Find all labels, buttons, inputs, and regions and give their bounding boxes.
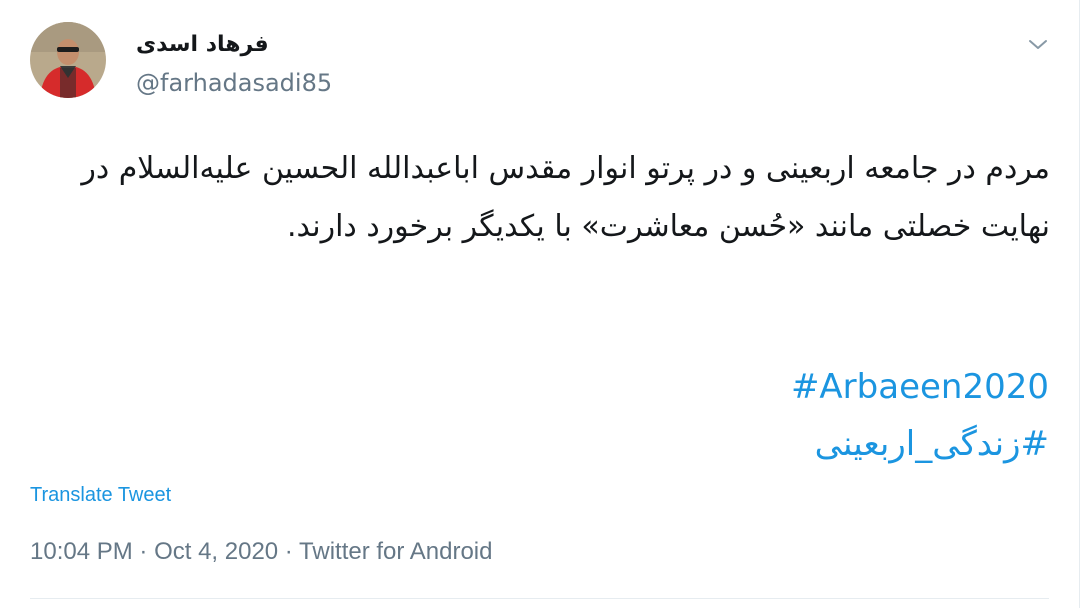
tweet-date[interactable]: Oct 4, 2020 xyxy=(154,538,278,565)
display-name[interactable]: فرهاد اسدی xyxy=(136,32,269,57)
divider xyxy=(30,598,1049,599)
tweet-card: فرهاد اسدی @farhadasadi85 مردم در جامعه … xyxy=(0,0,1080,608)
profile-photo-icon xyxy=(30,22,106,98)
user-handle[interactable]: @farhadasadi85 xyxy=(136,69,332,97)
tweet-time[interactable]: 10:04 PM xyxy=(30,538,133,565)
tweet-meta: 10:04 PM · Oct 4, 2020 · Twitter for And… xyxy=(30,538,492,566)
hashtag-link[interactable]: #Arbaeen2020 xyxy=(791,367,1049,407)
meta-separator: · xyxy=(132,538,155,565)
translate-tweet-link[interactable]: Translate Tweet xyxy=(30,484,171,507)
tweet-source[interactable]: Twitter for Android xyxy=(299,538,492,565)
tweet-text: مردم در جامعه اربعینی و در پرتو انوار مق… xyxy=(81,151,1050,244)
meta-separator: · xyxy=(278,538,300,565)
chevron-down-icon[interactable] xyxy=(1026,32,1050,56)
hashtag-link[interactable]: #زندگی_اربعینی xyxy=(815,424,1049,464)
avatar[interactable] xyxy=(30,22,106,98)
